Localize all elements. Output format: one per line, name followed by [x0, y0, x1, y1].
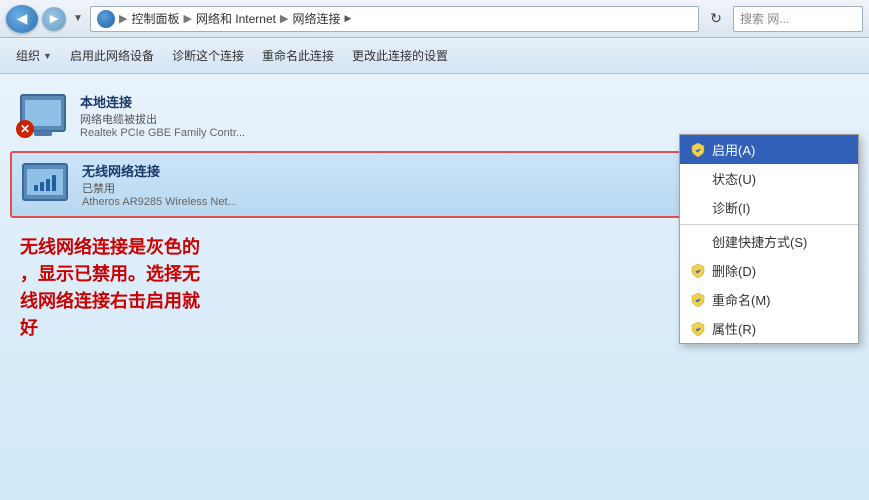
rename-ctx-label: 重命名(M)	[712, 290, 848, 309]
breadcrumb-item-3[interactable]: 网络连接	[292, 10, 340, 27]
shortcut-label: 创建快捷方式(S)	[712, 232, 848, 251]
refresh-button[interactable]: ↻	[703, 6, 729, 32]
search-box[interactable]: 搜索 网...	[733, 6, 863, 32]
context-menu-enable[interactable]: 启用(A)	[680, 135, 858, 164]
status-label: 状态(U)	[712, 169, 848, 188]
local-conn-name: 本地连接	[80, 92, 849, 111]
rename-label: 重命名此连接	[262, 47, 334, 64]
organize-label: 组织	[16, 47, 40, 64]
annotation-line3: 线网络连接右击启用就	[20, 291, 200, 311]
toolbar: 组织 ▼ 启用此网络设备 诊断这个连接 重命名此连接 更改此连接的设置	[0, 38, 869, 74]
breadcrumb-sep1: ▶	[119, 12, 127, 25]
context-menu-delete[interactable]: 删除(D)	[680, 256, 858, 285]
search-placeholder: 搜索 网...	[740, 10, 789, 27]
local-conn-icon: ✕	[20, 94, 70, 138]
wifi-conn-icon	[22, 163, 72, 207]
wifi-bar-1	[34, 185, 38, 191]
change-settings-label: 更改此连接的设置	[352, 47, 448, 64]
enable-label: 启用(A)	[712, 140, 848, 159]
wifi-bar-4	[52, 175, 56, 191]
nav-dropdown[interactable]: ▼	[70, 7, 86, 31]
wifi-screen	[27, 169, 63, 195]
diagnose-label: 诊断这个连接	[172, 47, 244, 64]
breadcrumb-end-arrow: ▶	[344, 13, 351, 24]
main-area: ✕ 本地连接 网络电缆被拔出 Realtek PCIe GBE Family C…	[0, 74, 869, 500]
wifi-monitor-icon	[22, 163, 68, 201]
breadcrumb-sep3: ▶	[280, 12, 288, 25]
toolbar-organize[interactable]: 组织 ▼	[8, 43, 60, 68]
local-conn-info: 本地连接 网络电缆被拔出 Realtek PCIe GBE Family Con…	[80, 92, 849, 139]
wifi-bar-2	[40, 182, 44, 191]
organize-dropdown-icon: ▼	[43, 51, 52, 61]
shield-icon-delete	[690, 263, 706, 279]
toolbar-diagnose[interactable]: 诊断这个连接	[164, 43, 252, 68]
toolbar-change-settings[interactable]: 更改此连接的设置	[344, 43, 456, 68]
wifi-bar-3	[46, 179, 50, 191]
enable-device-label: 启用此网络设备	[70, 47, 154, 64]
breadcrumb-sep2: ▶	[183, 12, 191, 25]
context-menu-rename[interactable]: 重命名(M)	[680, 285, 858, 314]
properties-label: 属性(R)	[712, 319, 848, 338]
annotation-line1: 无线网络连接是灰色的	[20, 237, 200, 257]
breadcrumb-item-2[interactable]: 网络和 Internet	[196, 10, 276, 27]
annotation-text: 无线网络连接是灰色的 ，显示已禁用。选择无 线网络连接右击启用就 好	[20, 234, 200, 342]
wifi-bars	[34, 173, 56, 191]
back-button[interactable]: ◀	[6, 5, 38, 33]
shield-icon-enable	[690, 142, 706, 158]
context-menu-diagnose[interactable]: 诊断(I)	[680, 193, 858, 222]
context-menu-separator-1	[680, 224, 858, 225]
error-x-icon: ✕	[16, 120, 34, 138]
context-menu-status[interactable]: 状态(U)	[680, 164, 858, 193]
breadcrumb: ▶ 控制面板 ▶ 网络和 Internet ▶ 网络连接 ▶	[90, 6, 699, 32]
diagnose-ctx-label: 诊断(I)	[712, 198, 848, 217]
globe-icon	[97, 10, 115, 28]
annotation-line4: 好	[20, 318, 38, 338]
context-menu-properties[interactable]: 属性(R)	[680, 314, 858, 343]
breadcrumb-item-1[interactable]: 控制面板	[131, 10, 179, 27]
connections-panel: ✕ 本地连接 网络电缆被拔出 Realtek PCIe GBE Family C…	[0, 74, 869, 500]
annotation-line2: ，显示已禁用。选择无	[20, 264, 200, 284]
shield-icon-rename	[690, 292, 706, 308]
delete-label: 删除(D)	[712, 261, 848, 280]
toolbar-rename[interactable]: 重命名此连接	[254, 43, 342, 68]
address-bar: ◀ ▶ ▼ ▶ 控制面板 ▶ 网络和 Internet ▶ 网络连接 ▶ ↻ 搜…	[0, 0, 869, 38]
toolbar-enable-device[interactable]: 启用此网络设备	[62, 43, 162, 68]
local-conn-status: 网络电缆被拔出	[80, 111, 849, 127]
shield-icon-properties	[690, 321, 706, 337]
context-menu-create-shortcut[interactable]: 创建快捷方式(S)	[680, 227, 858, 256]
forward-button[interactable]: ▶	[42, 7, 66, 31]
context-menu: 启用(A) 状态(U) 诊断(I) 创建快捷方式(S)	[679, 134, 859, 344]
